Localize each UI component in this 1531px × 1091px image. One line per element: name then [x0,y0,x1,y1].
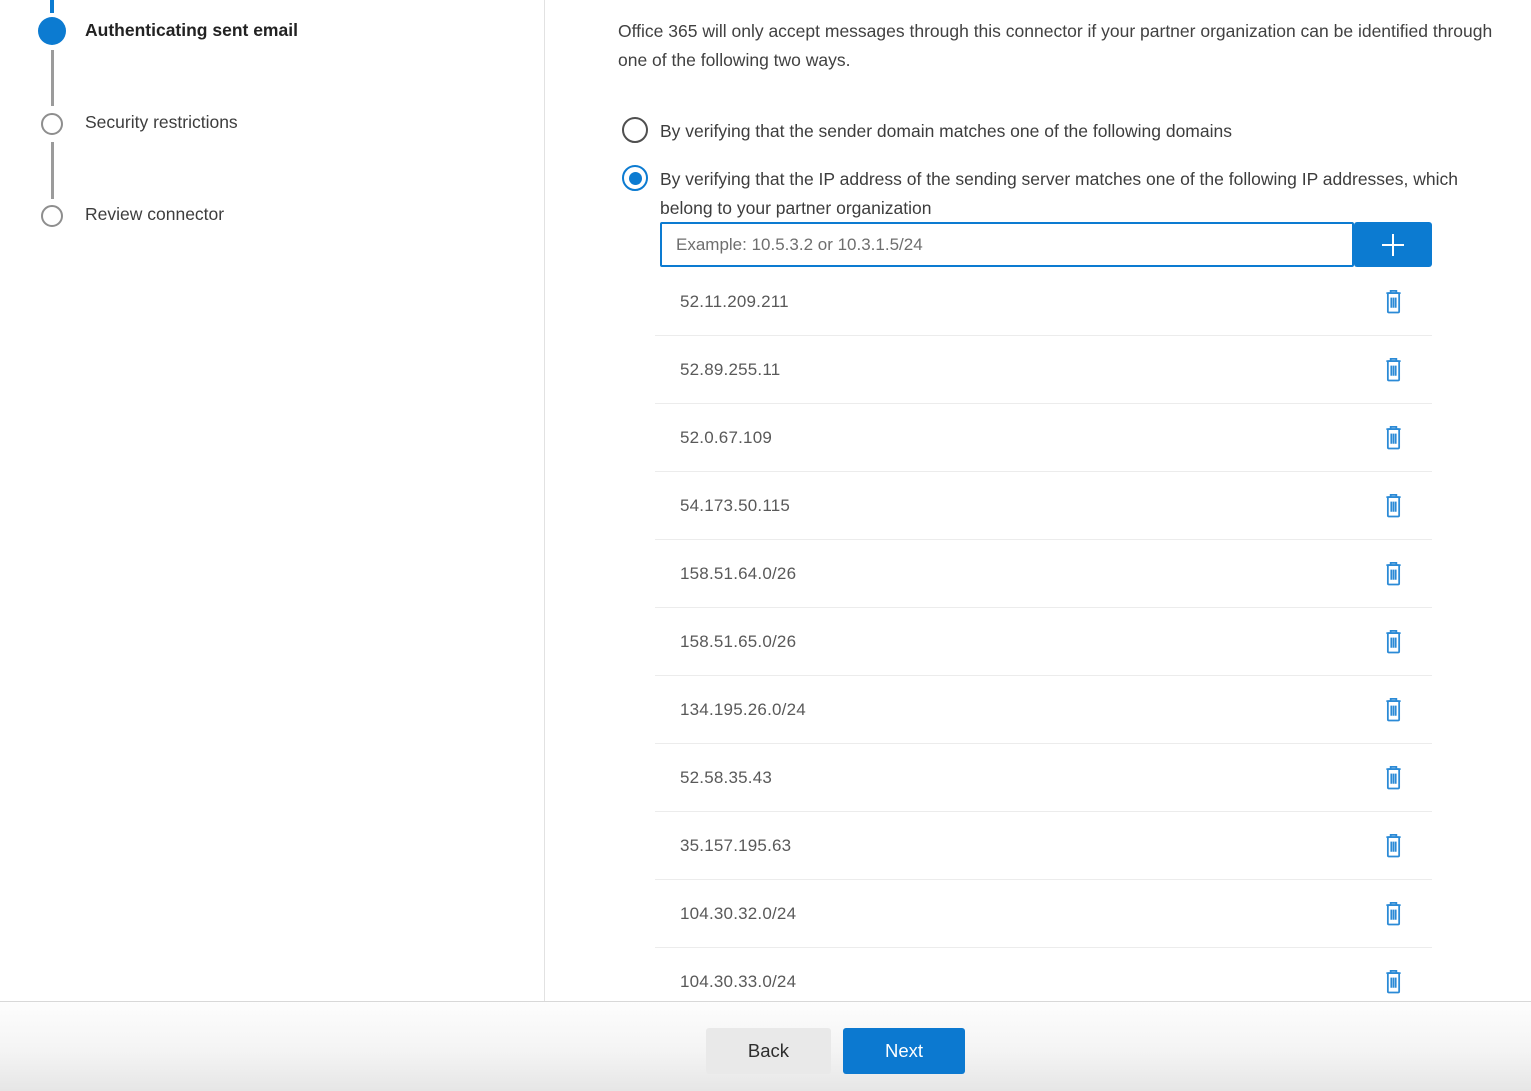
option-sender-domain-label: By verifying that the sender domain matc… [660,117,1482,146]
delete-ip-button[interactable] [1378,967,1408,997]
trash-icon [1382,697,1405,723]
radio-unselected-icon[interactable] [622,117,648,143]
ip-address-value: 52.11.209.211 [680,292,789,312]
delete-ip-button[interactable] [1378,559,1408,589]
delete-ip-button[interactable] [1378,491,1408,521]
step-rail-segment [51,50,54,106]
ip-list-row: 52.11.209.211 [655,268,1432,336]
ip-address-input[interactable] [660,222,1354,267]
ip-address-value: 134.195.26.0/24 [680,700,806,720]
sidebar-item-authenticating-sent-email: Authenticating sent email [85,20,298,41]
ip-list-row: 104.30.33.0/24 [655,948,1432,1001]
option-ip-address[interactable]: By verifying that the IP address of the … [622,165,1482,222]
ip-list-row: 158.51.64.0/26 [655,540,1432,608]
ip-address-value: 54.173.50.115 [680,496,790,516]
ip-list-row: 52.0.67.109 [655,404,1432,472]
delete-ip-button[interactable] [1378,287,1408,317]
plus-icon [1376,228,1410,262]
ip-list-row: 158.51.65.0/26 [655,608,1432,676]
trash-icon [1382,561,1405,587]
sidebar-item-review-connector: Review connector [85,204,224,225]
step-marker-upcoming-icon [41,113,63,135]
connector-wizard-screen: Authenticating sent email Security restr… [0,0,1531,1091]
step-rail-segment-completed [50,0,54,13]
trash-icon [1382,765,1405,791]
ip-list: 52.11.209.211 52.89.255.11 [655,268,1432,1001]
trash-icon [1382,357,1405,383]
wizard-steps-sidebar: Authenticating sent email Security restr… [0,0,545,1001]
delete-ip-button[interactable] [1378,423,1408,453]
step-rail-segment [51,142,54,199]
ip-list-row: 134.195.26.0/24 [655,676,1432,744]
delete-ip-button[interactable] [1378,831,1408,861]
option-sender-domain[interactable]: By verifying that the sender domain matc… [622,117,1482,146]
trash-icon [1382,289,1405,315]
radio-selected-icon[interactable] [622,165,648,191]
ip-address-value: 104.30.32.0/24 [680,904,796,924]
ip-address-value: 52.0.67.109 [680,428,772,448]
trash-icon [1382,425,1405,451]
back-button[interactable]: Back [706,1028,831,1074]
ip-address-value: 52.89.255.11 [680,360,780,380]
delete-ip-button[interactable] [1378,695,1408,725]
ip-list-row: 54.173.50.115 [655,472,1432,540]
ip-list-row: 35.157.195.63 [655,812,1432,880]
ip-address-value: 52.58.35.43 [680,768,772,788]
ip-list-row: 52.89.255.11 [655,336,1432,404]
trash-icon [1382,969,1405,995]
ip-address-value: 158.51.65.0/26 [680,632,796,652]
delete-ip-button[interactable] [1378,627,1408,657]
step-marker-upcoming-icon [41,205,63,227]
trash-icon [1382,901,1405,927]
sidebar-item-security-restrictions: Security restrictions [85,112,238,133]
step-marker-current-icon [38,17,66,45]
ip-list-row: 52.58.35.43 [655,744,1432,812]
ip-address-value: 104.30.33.0/24 [680,972,796,992]
option-ip-address-label: By verifying that the IP address of the … [660,165,1482,222]
trash-icon [1382,629,1405,655]
next-button[interactable]: Next [843,1028,965,1074]
ip-address-value: 158.51.64.0/26 [680,564,796,584]
ip-address-value: 35.157.195.63 [680,836,791,856]
ip-list-row: 104.30.32.0/24 [655,880,1432,948]
add-ip-button[interactable] [1354,222,1432,267]
intro-text: Office 365 will only accept messages thr… [618,17,1523,74]
trash-icon [1382,833,1405,859]
delete-ip-button[interactable] [1378,763,1408,793]
footer-bar: Back Next [0,1001,1531,1091]
delete-ip-button[interactable] [1378,355,1408,385]
trash-icon [1382,493,1405,519]
delete-ip-button[interactable] [1378,899,1408,929]
